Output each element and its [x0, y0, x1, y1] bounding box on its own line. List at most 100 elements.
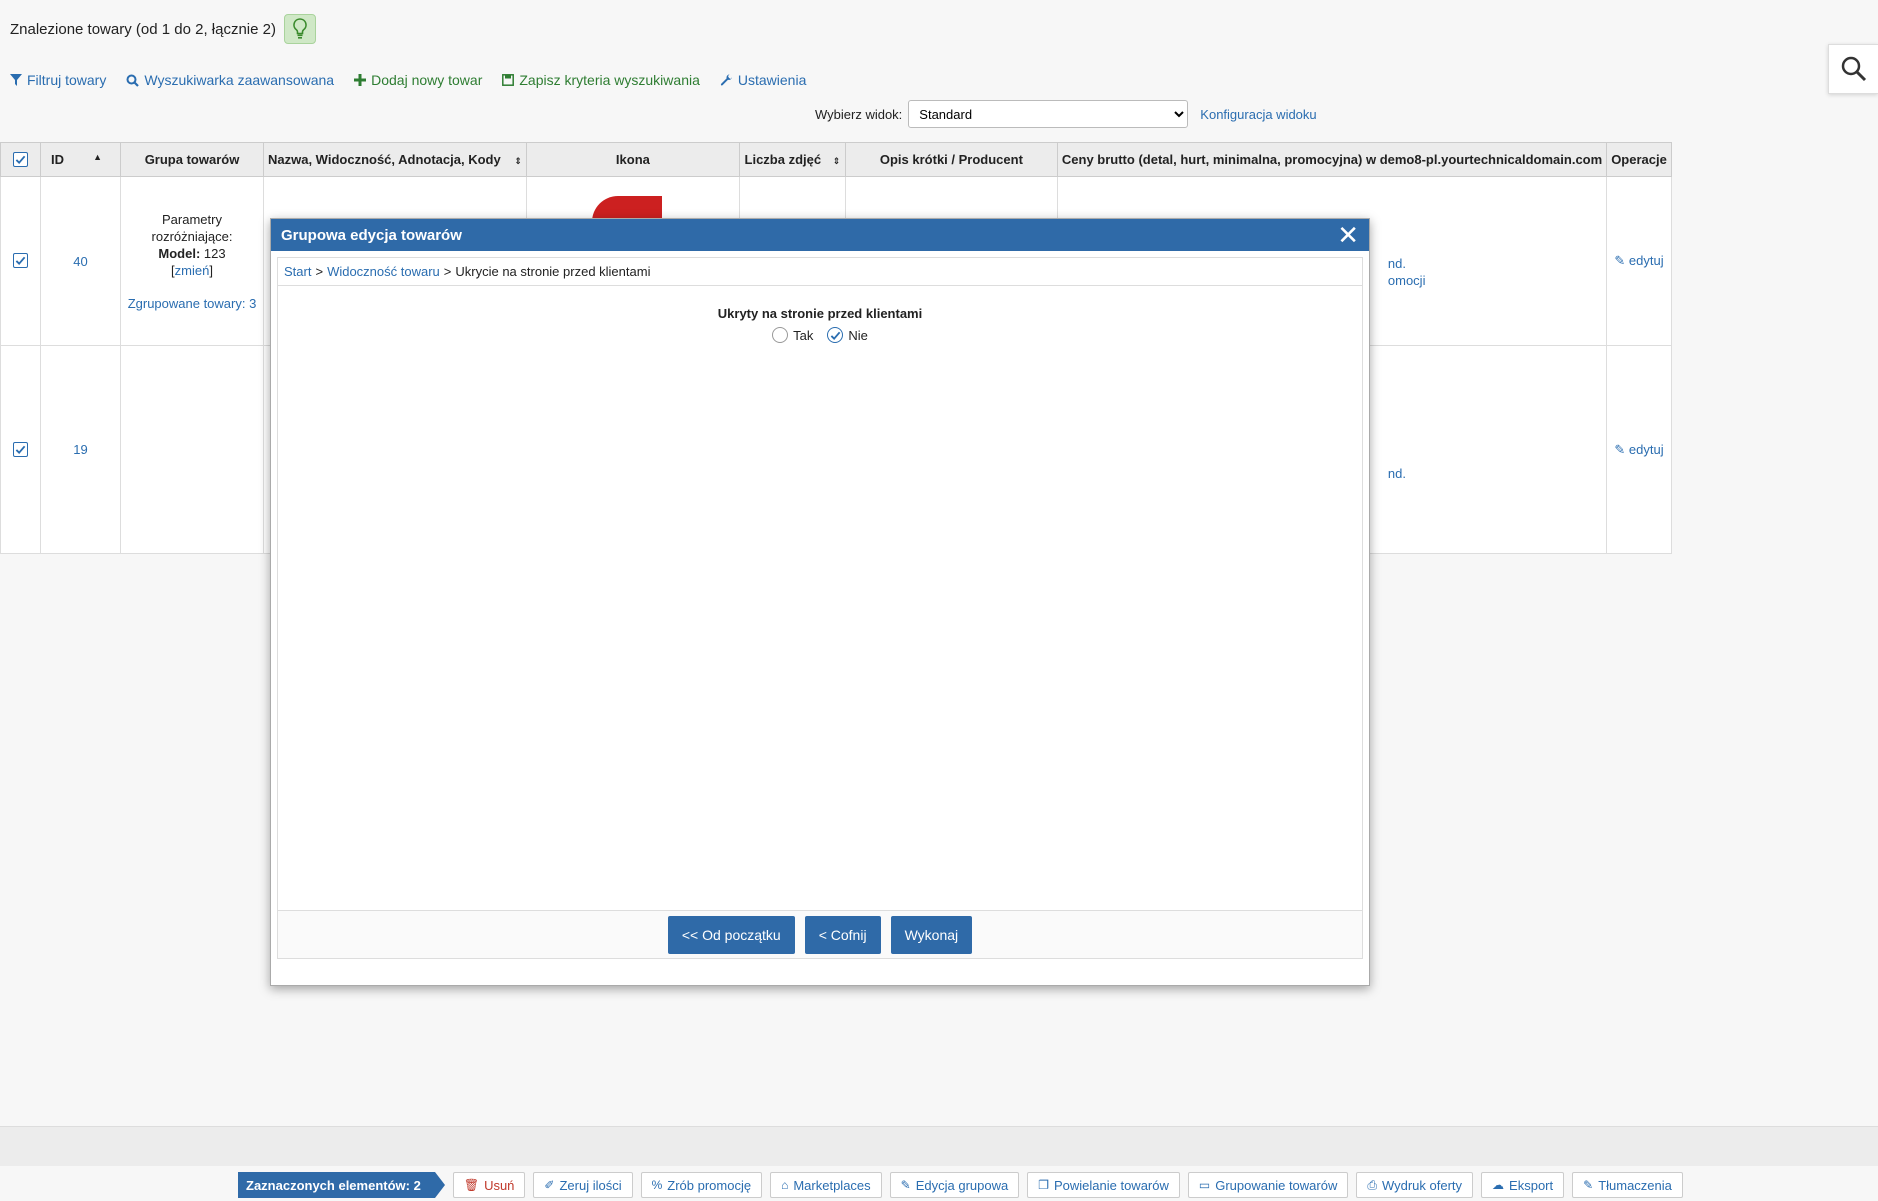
dialog-header: Grupowa edycja towarów ✕: [271, 219, 1369, 251]
column-icon: Ikona: [525, 142, 740, 177]
hidden-field-label: Ukryty na stronie przed klientami: [717, 306, 923, 321]
pencil-icon: ✎: [1614, 441, 1626, 457]
group-edit-label: Edycja grupowa: [915, 1177, 1009, 1193]
make-promotion-button[interactable]: % Zrób promocję: [640, 1172, 763, 1198]
dialog-title: Grupowa edycja towarów: [281, 226, 462, 244]
edit-icon: ✎: [900, 1178, 911, 1192]
dialog-body: Start > Widoczność towaru > Ukrycie na s…: [277, 257, 1363, 959]
check-icon: [15, 155, 26, 164]
radio-no-control[interactable]: [827, 327, 844, 343]
save-criteria-label: Zapisz kryteria wyszukiwania: [519, 72, 700, 88]
row-checkbox-cell[interactable]: [0, 176, 41, 346]
floppy-icon: [502, 74, 515, 86]
row-ops-cell: ✎ edytuj: [1606, 176, 1672, 346]
execute-button[interactable]: Wykonaj: [890, 915, 973, 954]
save-criteria-link[interactable]: Zapisz kryteria wyszukiwania: [502, 72, 700, 88]
close-icon[interactable]: ✕: [1337, 222, 1359, 248]
filter-label: Filtruj towary: [27, 72, 107, 88]
translations-button[interactable]: ✎ Tłumaczenia: [1572, 1172, 1683, 1198]
delete-button[interactable]: 🗑 Usuń: [452, 1172, 526, 1198]
radio-no[interactable]: Nie: [827, 327, 868, 343]
group-change-link[interactable]: zmień: [175, 263, 210, 278]
row-group-cell: Parametry rozróżniające: Model: 123 [zmi…: [120, 176, 264, 346]
radio-yes-control[interactable]: [772, 327, 789, 343]
copy-icon: ❐: [1038, 1178, 1049, 1192]
cloud-download-icon: ☁: [1492, 1178, 1505, 1192]
row-id-link[interactable]: 19: [40, 345, 121, 554]
row-checkbox-cell[interactable]: [0, 345, 41, 554]
group-edit-button[interactable]: ✎ Edycja grupowa: [889, 1172, 1020, 1198]
selected-count-badge: Zaznaczonych elementów: 2: [238, 1172, 445, 1198]
export-button[interactable]: ☁ Eksport: [1481, 1172, 1565, 1198]
filter-products-link[interactable]: Filtruj towary: [10, 72, 106, 88]
start-over-button[interactable]: << Od początku: [667, 915, 795, 954]
back-button[interactable]: < Cofnij: [804, 915, 881, 954]
settings-link[interactable]: Ustawienia: [720, 72, 806, 88]
bulk-actions-bar: Zaznaczonych elementów: 2 🗑 Usuń ✐ Zeruj i…: [238, 1172, 1683, 1198]
column-photos[interactable]: Liczba zdjęć ⇕: [738, 142, 846, 177]
wrench-icon: ✎: [1583, 1178, 1594, 1192]
marketplaces-button[interactable]: ⌂ Marketplaces: [770, 1172, 882, 1198]
percent-icon: %: [651, 1178, 663, 1192]
reset-quantities-label: Zeruj ilości: [559, 1177, 622, 1193]
select-all-checkbox[interactable]: [13, 151, 28, 167]
group-params-label: Parametry rozróżniające:: [151, 211, 233, 244]
search-icon: [1841, 56, 1866, 82]
column-photos-label: Liczba zdjęć: [744, 152, 822, 167]
view-config-link[interactable]: Konfiguracja widoku: [1200, 107, 1316, 122]
export-label: Eksport: [1509, 1177, 1554, 1193]
row-id-link[interactable]: 40: [40, 176, 121, 346]
add-product-link[interactable]: Dodaj nowy towar: [354, 72, 482, 88]
breadcrumb-visibility[interactable]: Widoczność towaru: [327, 264, 440, 279]
breadcrumb-start[interactable]: Start: [284, 264, 311, 279]
duplicate-products-label: Powielanie towarów: [1053, 1177, 1169, 1193]
plus-icon: [354, 74, 367, 86]
duplicate-products-button[interactable]: ❐ Powielanie towarów: [1027, 1172, 1180, 1198]
row-checkbox[interactable]: [13, 441, 28, 457]
add-product-label: Dodaj nowy towar: [371, 72, 483, 88]
radio-yes[interactable]: Tak: [772, 327, 813, 343]
pencil-icon: ✎: [1614, 253, 1626, 268]
column-id[interactable]: ID ▲: [40, 142, 121, 177]
lightbulb-icon[interactable]: [283, 14, 316, 44]
row-ops-cell: ✎ edytuj: [1606, 345, 1672, 554]
column-name-label: Nazwa, Widoczność, Adnotacja, Kody: [268, 152, 501, 167]
check-icon: [15, 445, 26, 454]
eraser-icon: ✐: [544, 1178, 555, 1192]
trash-icon: 🗑: [463, 1178, 480, 1192]
print-icon: ⎙: [1367, 1177, 1377, 1192]
print-offer-button[interactable]: ⎙ Wydruk oferty: [1356, 1172, 1474, 1198]
basket-icon: ⌂: [781, 1178, 789, 1192]
column-prices: Ceny brutto (detal, hurt, minimalna, pro…: [1056, 142, 1608, 177]
breadcrumb: Start > Widoczność towaru > Ukrycie na s…: [278, 258, 1362, 286]
radio-yes-label: Tak: [793, 327, 814, 343]
reset-quantities-button[interactable]: ✐ Zeruj ilości: [533, 1172, 633, 1198]
row-checkbox[interactable]: [13, 253, 28, 268]
advanced-search-link[interactable]: Wyszukiwarka zaawansowana: [126, 72, 334, 88]
view-select[interactable]: Standard: [908, 100, 1189, 128]
column-name[interactable]: Nazwa, Widoczność, Adnotacja, Kody ⇕: [263, 142, 527, 177]
select-all-header[interactable]: [0, 142, 41, 177]
hidden-radio-group: Tak Nie: [278, 327, 1362, 343]
grouping-products-label: Grupowanie towarów: [1215, 1177, 1338, 1193]
product-thumbnail[interactable]: [528, 178, 738, 218]
edit-link[interactable]: ✎ edytuj: [1614, 253, 1663, 268]
sort-icon: ⇕: [832, 156, 841, 166]
make-promotion-label: Zrób promocję: [667, 1177, 752, 1193]
price-link[interactable]: nd.: [1388, 466, 1605, 481]
grouped-products-link[interactable]: Zgrupowane towary: 3: [122, 295, 262, 312]
radio-no-label: Nie: [848, 327, 868, 343]
grouping-products-button[interactable]: ▭ Grupowanie towarów: [1187, 1172, 1349, 1198]
print-offer-label: Wydruk oferty: [1381, 1177, 1463, 1193]
results-header: Znalezione towary (od 1 do 2, łącznie 2): [10, 14, 316, 44]
search-button[interactable]: [1828, 44, 1878, 94]
group-model-label: Model:: [158, 245, 201, 261]
price-link[interactable]: nd.: [1388, 255, 1605, 272]
edit-link[interactable]: ✎ edytuj: [1614, 442, 1663, 457]
promo-link[interactable]: omocji: [1388, 272, 1605, 289]
dialog-footer: << Od początku < Cofnij Wykonaj: [278, 910, 1362, 958]
group-model: Model: 123: [122, 245, 262, 262]
delete-label: Usuń: [484, 1177, 515, 1193]
column-description: Opis krótki / Producent: [844, 142, 1058, 177]
edit-label: edytuj: [1628, 253, 1664, 268]
